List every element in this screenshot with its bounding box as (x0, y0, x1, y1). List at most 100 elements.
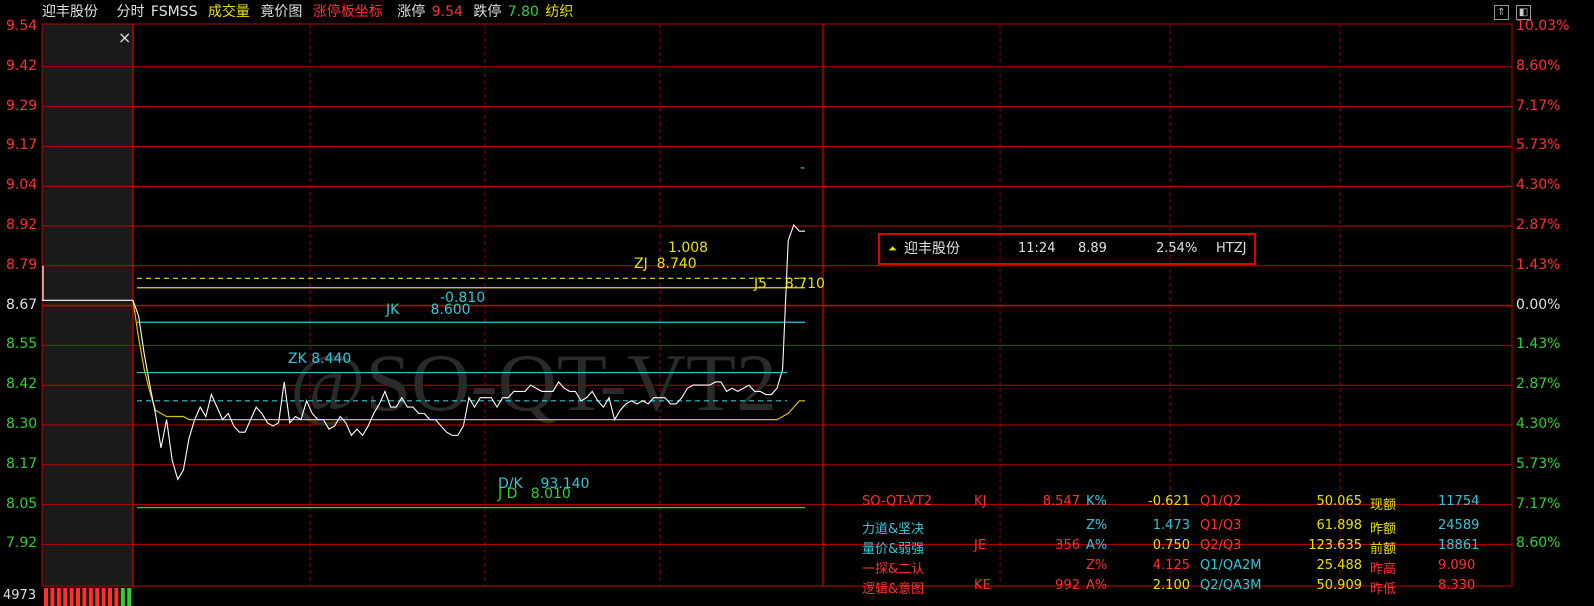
volume-bar (108, 588, 112, 606)
table-cell: 123.635 (1308, 538, 1362, 553)
volume-bar (69, 588, 74, 606)
table-cell: 9.090 (1438, 558, 1476, 573)
table-cell: 50.909 (1316, 578, 1363, 593)
table-cell: 昨高 (1370, 562, 1397, 577)
table-cell: 24589 (1438, 518, 1480, 533)
y-tick-label: 8.17 (6, 455, 38, 472)
y-tick-label: 9.17 (6, 137, 38, 154)
y-tick-pct-label: 5.73% (1516, 137, 1561, 154)
chart-annotation: D/K 93.140 (498, 476, 590, 492)
volume-bar (88, 588, 93, 606)
y-tick-label: 8.42 (6, 376, 38, 393)
table-cell: 昨额 (1370, 522, 1397, 537)
y-tick-pct-label: 1.43% (1516, 256, 1561, 273)
table-cell: 50.065 (1316, 494, 1363, 509)
table-cell: 逻辑&意图 (862, 582, 925, 597)
table-cell: 11754 (1438, 494, 1480, 509)
tooltip-stock-name: 迎丰股份 (904, 241, 960, 257)
table-cell: JE (974, 538, 987, 553)
tooltip-change: 2.54% (1156, 241, 1198, 256)
table-cell: -0.621 (1148, 494, 1190, 509)
table-cell: KE (974, 578, 991, 593)
y-tick-label: 8.92 (6, 217, 38, 233)
table-cell: 61.898 (1316, 518, 1363, 533)
table-cell: A% (1086, 578, 1108, 593)
table-cell: 力道&坚决 (862, 522, 925, 537)
table-cell: 8.547 (1042, 494, 1080, 509)
table-cell: 昨低 (1370, 582, 1397, 597)
volume-bar (82, 588, 87, 606)
chart-annotation: -0.810 (440, 290, 486, 306)
chart-annotation: 1.008 (668, 240, 709, 256)
y-tick-label: 8.55 (6, 336, 38, 353)
y-tick-label: 8.30 (6, 416, 38, 432)
y-tick-label: 9.29 (6, 97, 38, 114)
table-cell: Q1/Q2 (1200, 494, 1242, 509)
volume-bar (101, 588, 106, 606)
table-cell: 现额 (1370, 498, 1397, 513)
y-tick-pct-label: 10.03% (1516, 18, 1570, 34)
tooltip-tag: HTZJ (1216, 241, 1247, 256)
volume-bar (56, 588, 61, 606)
close-icon[interactable]: × (118, 28, 131, 47)
table-cell: 前额 (1370, 542, 1397, 557)
y-tick-label: 7.92 (6, 535, 38, 552)
volume-bar (95, 588, 100, 606)
table-cell: Q2/QA3M (1200, 578, 1262, 593)
table-cell: 一探&二认 (862, 562, 925, 577)
volume-bar (50, 588, 55, 606)
table-cell: Q2/Q3 (1200, 538, 1242, 553)
volume-bar (114, 588, 119, 606)
table-cell: 2.100 (1152, 578, 1190, 593)
table-cell: 量价&弱强 (862, 542, 925, 557)
y-tick-pct-label: 1.43% (1516, 336, 1561, 353)
volume-bar (127, 588, 132, 606)
y-tick-label: 8.67 (6, 296, 38, 313)
y-tick-pct-label: 4.30% (1516, 177, 1561, 194)
table-cell: 356 (1055, 538, 1080, 553)
table-cell: 8.330 (1438, 578, 1476, 593)
tooltip-time: 11:24 (1018, 241, 1056, 256)
table-cell: 18861 (1438, 538, 1480, 553)
table-cell: Q1/QA2M (1200, 558, 1262, 573)
watermark-text: @SO-QT-VT2 (290, 337, 777, 428)
volume-bar (63, 588, 68, 606)
level-label-zj: ZJ 8.740 (634, 256, 697, 273)
tooltip-price: 8.89 (1078, 241, 1107, 256)
table-cell: KJ (974, 494, 987, 509)
table-cell: 25.488 (1316, 558, 1363, 573)
volume-bar (44, 588, 48, 606)
table-cell: 0.750 (1152, 538, 1190, 553)
y-tick-label: 9.04 (6, 177, 38, 194)
level-label-zk: ZK 8.440 (288, 350, 352, 367)
table-cell: Z% (1086, 518, 1108, 533)
y-tick-label: 8.05 (6, 495, 38, 512)
table-cell: SO-QT-VT2 (862, 494, 933, 509)
table-cell: 1.473 (1152, 518, 1190, 533)
bottom-left-value: 4973 (3, 588, 37, 603)
volume-bar (76, 588, 80, 606)
y-tick-pct-label: 8.60% (1516, 535, 1561, 552)
y-tick-pct-label: 5.73% (1516, 455, 1561, 472)
level-label-j5: J5 8.710 (754, 275, 825, 292)
price-chart: @SO-QT-VT2 (41, 23, 1513, 606)
table-cell: Q1/Q3 (1200, 518, 1242, 533)
volume-bar (120, 588, 125, 606)
y-tick-label: 8.79 (6, 256, 38, 273)
y-tick-label: 9.42 (6, 57, 38, 74)
tooltip-arrow-icon: ⏶ (888, 242, 897, 255)
y-tick-pct-label: 0.00% (1516, 296, 1561, 313)
table-cell: A% (1086, 538, 1108, 553)
y-tick-pct-label: 7.17% (1516, 495, 1561, 512)
y-tick-pct-label: 7.17% (1516, 97, 1561, 114)
hover-tooltip: ⏶ 迎丰股份 11:24 8.89 2.54% HTZJ (878, 233, 1256, 265)
table-cell: Z% (1086, 558, 1108, 573)
chart-annotation: - (800, 160, 806, 176)
y-tick-pct-label: 8.60% (1516, 57, 1561, 74)
y-tick-label: 9.54 (6, 18, 38, 34)
y-tick-pct-label: 4.30% (1516, 416, 1561, 432)
table-cell: K% (1086, 494, 1107, 509)
y-tick-pct-label: 2.87% (1516, 376, 1561, 393)
table-cell: 4.125 (1152, 558, 1190, 573)
y-tick-pct-label: 2.87% (1516, 217, 1561, 233)
